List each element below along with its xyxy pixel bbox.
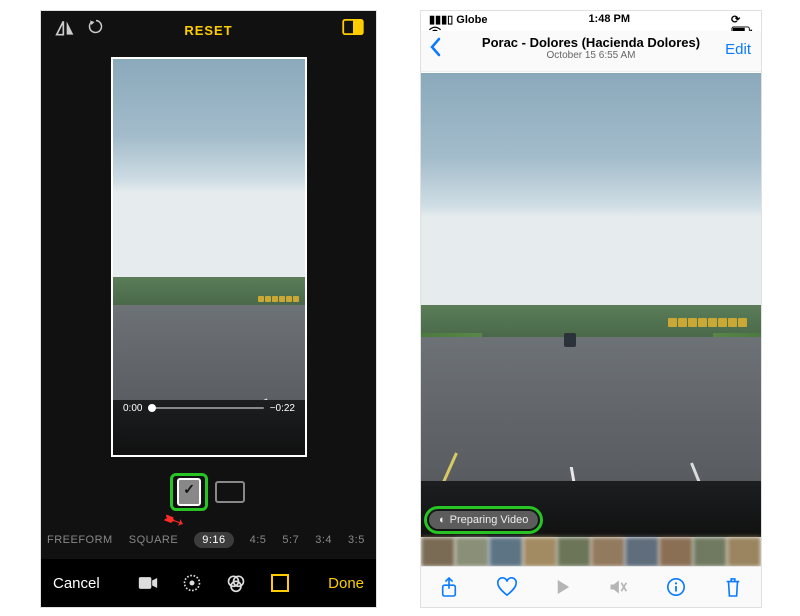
ratio-4-5[interactable]: 4:5 (250, 534, 267, 546)
editor-bottom-bar: Cancel Done (41, 559, 376, 607)
time-remaining: −0:22 (270, 403, 295, 414)
vehicle (564, 333, 576, 347)
photo-content[interactable]: ◐ Preparing Video (421, 73, 761, 537)
photo-title: Porac - Dolores (Hacienda Dolores) (421, 31, 761, 50)
photos-viewer-screen: ▮▮▮▯ Globe 1:48 PM ⟳ Porac - Dolores (Ha… (420, 10, 762, 608)
ratio-freeform[interactable]: FREEFORM (47, 534, 113, 546)
crop-editor-screen: RESET 0:00 −0:22 (40, 10, 377, 608)
ratio-3-4[interactable]: 3:4 (315, 534, 332, 546)
status-bar: ▮▮▮▯ Globe 1:48 PM ⟳ (421, 11, 761, 29)
aspect-ratio-row[interactable]: FREEFORM SQUARE 9:16 4:5 5:7 3:4 3:5 (41, 529, 376, 551)
chevron-signs (257, 289, 299, 307)
photo-subtitle: October 15 6:55 AM (421, 50, 761, 61)
trash-icon[interactable] (724, 576, 742, 598)
crop-frame[interactable]: 0:00 −0:22 (111, 57, 307, 457)
ratio-square[interactable]: SQUARE (129, 534, 178, 546)
scrubber-track[interactable] (148, 407, 263, 409)
signal-icon: ▮▮▮▯ (429, 14, 453, 26)
orientation-row (41, 473, 376, 509)
back-button[interactable] (429, 37, 441, 57)
toolbar (421, 566, 761, 607)
video-scrubber[interactable]: 0:00 −0:22 (123, 401, 295, 415)
photo-sky (113, 59, 305, 281)
favorite-icon[interactable] (496, 577, 518, 597)
cancel-button[interactable]: Cancel (53, 575, 100, 592)
done-button[interactable]: Done (328, 575, 364, 592)
status-time: 1:48 PM (588, 13, 630, 27)
crop-mode-icon[interactable] (270, 573, 290, 593)
edit-button[interactable]: Edit (725, 41, 751, 58)
info-icon[interactable] (666, 577, 686, 597)
ratio-5-7[interactable]: 5:7 (282, 534, 299, 546)
ratio-9-16[interactable]: 9:16 (194, 532, 233, 548)
flip-horizontal-icon[interactable] (55, 19, 75, 39)
status-carrier: ▮▮▮▯ Globe (429, 13, 487, 27)
chevron-signs (667, 314, 747, 332)
time-current: 0:00 (123, 403, 142, 414)
reset-button[interactable]: RESET (184, 23, 232, 38)
video-mode-icon[interactable] (138, 573, 158, 593)
nav-bar: Porac - Dolores (Hacienda Dolores) Octob… (421, 31, 761, 72)
aspect-ratio-icon[interactable] (342, 19, 364, 35)
mute-icon[interactable] (608, 578, 628, 596)
thumbnail-strip[interactable] (421, 537, 761, 567)
status-battery: ⟳ (731, 13, 753, 27)
play-icon[interactable] (556, 579, 570, 595)
ratio-3-5[interactable]: 3:5 (348, 534, 365, 546)
portrait-orientation-button[interactable] (177, 478, 201, 506)
landscape-orientation-button[interactable] (215, 481, 245, 503)
adjust-mode-icon[interactable] (182, 573, 202, 593)
filters-mode-icon[interactable] (226, 573, 246, 593)
rotate-icon[interactable] (87, 19, 107, 39)
rotation-lock-icon: ⟳ (731, 14, 740, 26)
editor-top-bar: RESET (41, 19, 376, 43)
share-icon[interactable] (440, 576, 458, 598)
